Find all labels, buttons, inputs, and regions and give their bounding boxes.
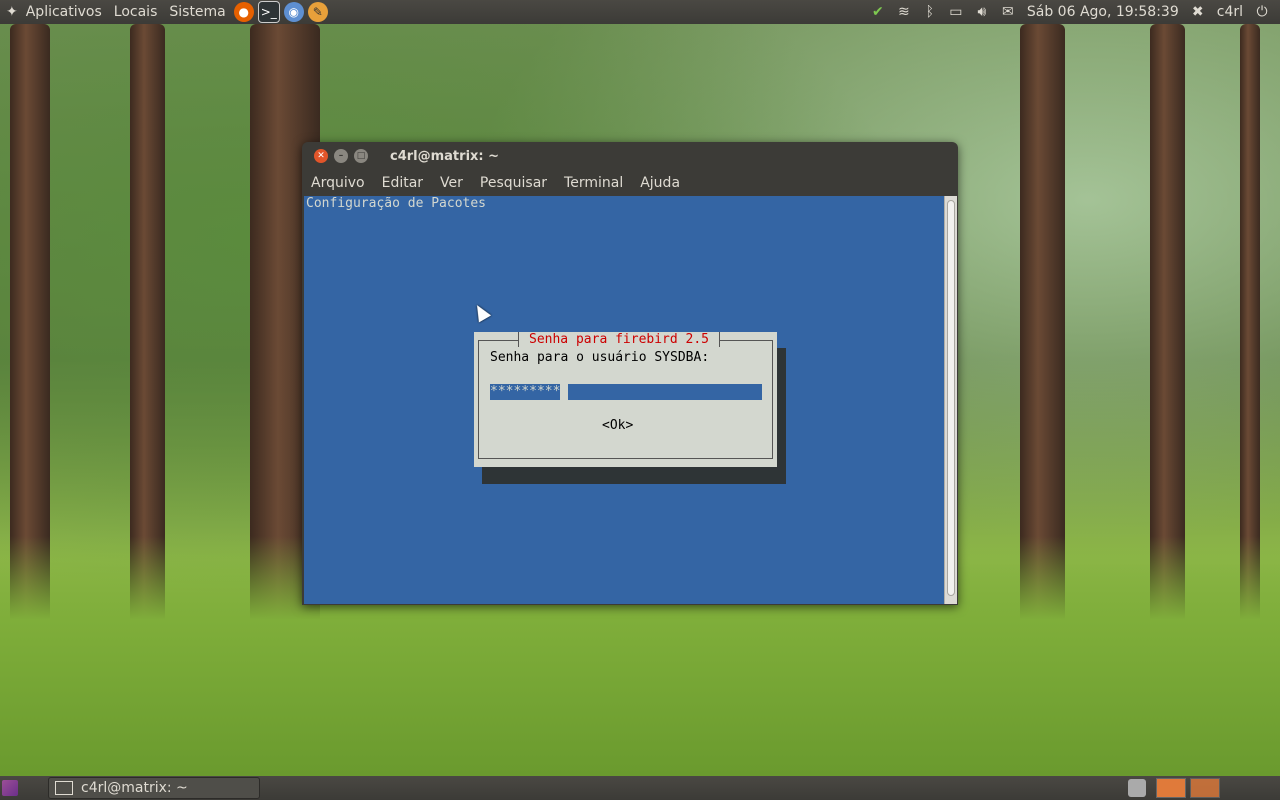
menu-ajuda[interactable]: Ajuda	[631, 175, 688, 191]
taskbar-item-terminal[interactable]: c4rl@matrix: ~	[48, 777, 260, 799]
battery-icon[interactable]: ▭	[946, 4, 966, 20]
show-desktop-icon[interactable]	[2, 780, 18, 796]
menu-pesquisar[interactable]: Pesquisar	[471, 175, 555, 191]
terminal-small-icon	[55, 781, 73, 795]
wifi-icon[interactable]: ≋	[894, 4, 914, 20]
menu-terminal[interactable]: Terminal	[555, 175, 631, 191]
window-title: c4rl@matrix: ~	[390, 148, 500, 164]
ok-button[interactable]: <Ok>	[602, 418, 633, 433]
package-config-header: Configuração de Pacotes	[306, 196, 487, 211]
workspace-1[interactable]	[1156, 778, 1186, 798]
password-input[interactable]: *********	[490, 384, 762, 400]
power-icon[interactable]: ⏻	[1252, 4, 1272, 20]
top-panel: ✦ Aplicativos Locais Sistema ● >_ ◉ ✎ ✔ …	[0, 0, 1280, 24]
terminal-area[interactable]: Configuração de Pacotes Senha para fireb…	[304, 196, 945, 604]
menu-arquivo[interactable]: Arquivo	[302, 175, 373, 191]
user-status-icon[interactable]: ✖	[1188, 4, 1208, 20]
window-titlebar[interactable]: ✕ – □ c4rl@matrix: ~	[302, 142, 958, 170]
terminal-window: ✕ – □ c4rl@matrix: ~ Arquivo Editar Ver …	[302, 142, 958, 605]
gimp-icon[interactable]: ✎	[307, 2, 328, 22]
menu-editar[interactable]: Editar	[373, 175, 431, 191]
bluetooth-icon[interactable]: ᛒ	[920, 4, 940, 20]
scrollbar[interactable]	[944, 196, 957, 604]
bottom-panel: c4rl@matrix: ~	[0, 776, 1280, 800]
minimize-icon[interactable]: –	[334, 149, 348, 163]
menu-locais[interactable]: Locais	[108, 4, 164, 20]
mail-icon[interactable]: ✉	[998, 4, 1018, 20]
window-menubar: Arquivo Editar Ver Pesquisar Terminal Aj…	[302, 170, 958, 195]
ubuntu-logo-icon[interactable]: ✦	[0, 4, 20, 20]
chromium-icon[interactable]: ◉	[283, 2, 304, 22]
update-shield-icon[interactable]: ✔	[868, 4, 888, 20]
dialog-title: Senha para firebird 2.5	[518, 332, 721, 347]
user-name[interactable]: c4rl	[1211, 4, 1249, 20]
menu-aplicativos[interactable]: Aplicativos	[20, 4, 108, 20]
password-dialog: Senha para firebird 2.5 Senha para o usu…	[474, 332, 777, 467]
close-icon[interactable]: ✕	[314, 149, 328, 163]
maximize-icon[interactable]: □	[354, 149, 368, 163]
taskbar-item-label: c4rl@matrix: ~	[81, 780, 188, 796]
workspace-2[interactable]	[1190, 778, 1220, 798]
volume-icon[interactable]: 🔊︎	[972, 4, 992, 20]
firefox-icon[interactable]: ●	[233, 2, 254, 22]
menu-ver[interactable]: Ver	[431, 175, 471, 191]
terminal-icon[interactable]: >_	[257, 1, 280, 23]
scroll-thumb[interactable]	[947, 200, 955, 596]
trash-icon[interactable]	[1128, 779, 1146, 797]
clock[interactable]: Sáb 06 Ago, 19:58:39	[1021, 4, 1185, 20]
password-mask: *********	[490, 384, 561, 399]
text-cursor	[560, 384, 569, 400]
dialog-label: Senha para o usuário SYSDBA:	[490, 350, 710, 365]
menu-sistema[interactable]: Sistema	[163, 4, 231, 20]
